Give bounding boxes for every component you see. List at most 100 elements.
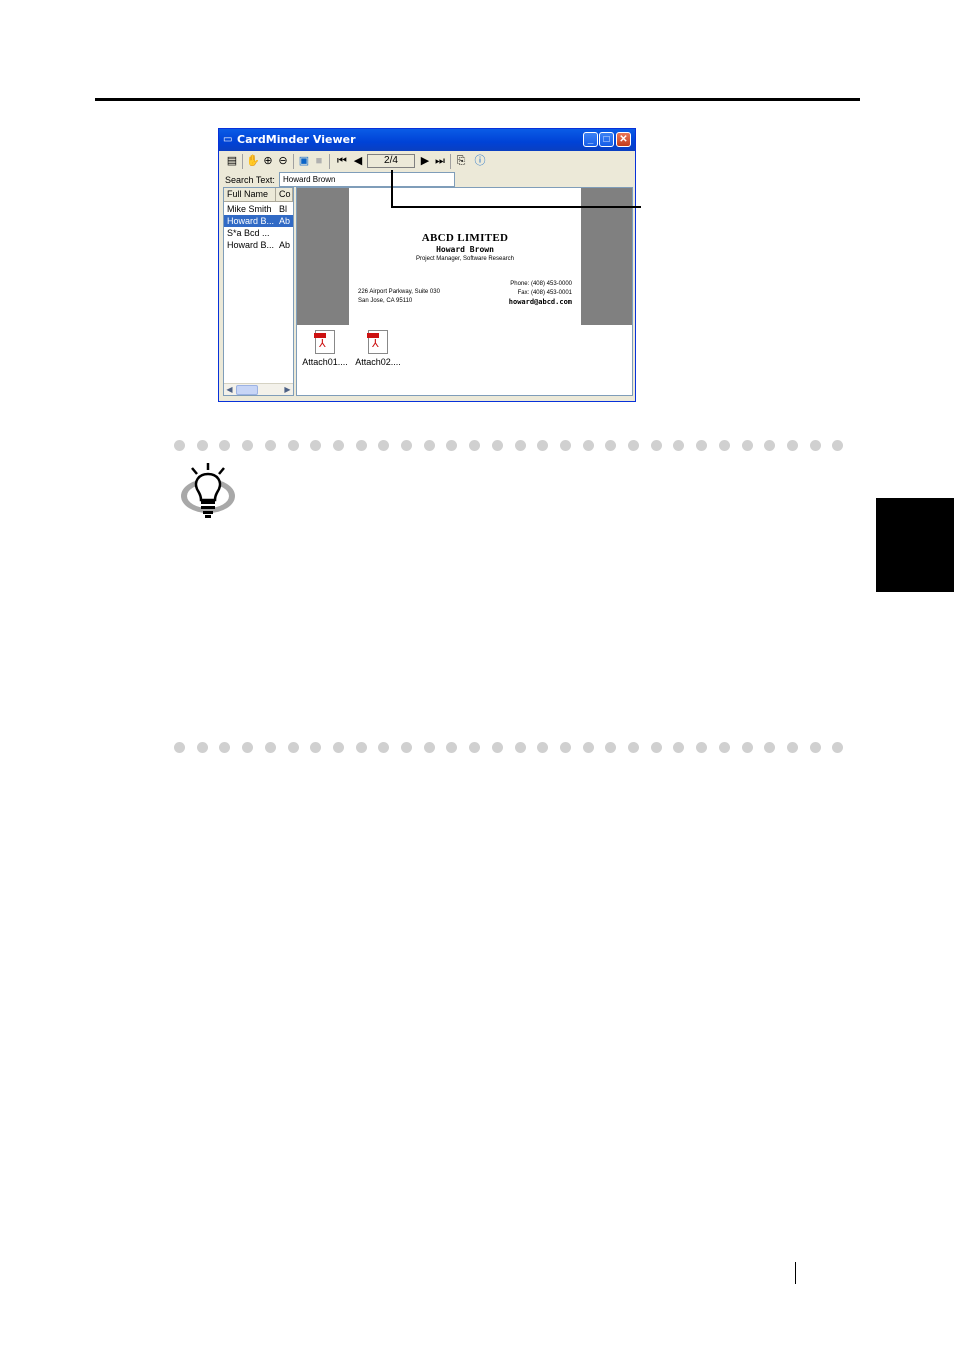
dotted-rule-dot bbox=[469, 440, 481, 451]
card-person-name: Howard Brown bbox=[436, 245, 494, 254]
dotted-rule-dot bbox=[514, 742, 526, 753]
dotted-rule-dot bbox=[264, 440, 276, 451]
dotted-rule-dot bbox=[196, 742, 208, 753]
list-row[interactable]: Howard B... Ab bbox=[224, 239, 293, 251]
view-icon[interactable]: ▤ bbox=[225, 154, 239, 168]
cell-full-name: Howard B... bbox=[227, 240, 275, 250]
dotted-rule-dot bbox=[355, 440, 367, 451]
toolbar: ▤ ✋ ⊕ ⊖ ▣ ■ ⏮ ◀ 2/4 ▶ ⏭ ⎘ ⓘ bbox=[221, 152, 633, 172]
dotted-rule-dot bbox=[491, 742, 503, 753]
close-button[interactable]: ✕ bbox=[616, 132, 631, 147]
card-job-title: Project Manager, Software Research bbox=[415, 256, 515, 262]
dotted-rule-dot bbox=[423, 440, 435, 451]
dotted-rule-dot bbox=[559, 742, 571, 753]
dotted-rule-dot bbox=[764, 440, 776, 451]
last-page-icon[interactable]: ⏭ bbox=[433, 154, 447, 168]
cell-company: Bl bbox=[279, 204, 288, 214]
dotted-rule-dot bbox=[196, 440, 208, 451]
dotted-rule-dot bbox=[469, 742, 481, 753]
page-indicator[interactable]: 2/4 bbox=[367, 154, 415, 168]
toolbar-separator bbox=[293, 154, 294, 169]
dotted-rule-dot bbox=[786, 742, 798, 753]
attachment-item[interactable]: ⅄ Attach02.... bbox=[352, 330, 404, 368]
card-list: Full Name Co Mike Smith Bl Howard B... A… bbox=[223, 187, 294, 396]
back-side-icon[interactable]: ■ bbox=[312, 154, 326, 168]
list-header: Full Name Co bbox=[224, 188, 293, 202]
dotted-rule-dot bbox=[174, 440, 185, 451]
dotted-rule-dot bbox=[537, 742, 549, 753]
dotted-rule-dot bbox=[310, 440, 322, 451]
horizontal-scrollbar[interactable]: ◀ ▶ bbox=[224, 383, 293, 395]
card-address-line1: 226 Airport Parkway, Suite 030 bbox=[358, 289, 440, 295]
dotted-rule-dot bbox=[718, 440, 730, 451]
dotted-rule-dot bbox=[401, 440, 412, 451]
dotted-rule-dot bbox=[401, 742, 412, 753]
card-image-area: ABCD LIMITED Howard Brown Project Manage… bbox=[297, 188, 632, 325]
dotted-rule-dot bbox=[264, 742, 276, 753]
maximize-button[interactable]: □ bbox=[599, 132, 614, 147]
dotted-rule-dot bbox=[446, 742, 458, 753]
dotted-rule-dot bbox=[809, 440, 821, 451]
previous-page-icon[interactable]: ◀ bbox=[351, 154, 365, 168]
cell-full-name: Mike Smith bbox=[227, 204, 272, 214]
list-row[interactable]: Mike Smith Bl bbox=[224, 203, 293, 215]
dotted-rule-dot bbox=[764, 742, 776, 753]
hint-top-dotted-rule bbox=[174, 440, 854, 452]
dotted-rule-dot bbox=[741, 742, 753, 753]
dotted-rule-dot bbox=[174, 742, 185, 753]
dotted-rule-dot bbox=[786, 440, 798, 451]
dotted-rule-dot bbox=[718, 742, 730, 753]
dotted-rule-dot bbox=[514, 440, 526, 451]
column-header-full-name[interactable]: Full Name bbox=[224, 188, 276, 201]
cell-full-name: Howard B... bbox=[227, 216, 275, 226]
minimize-button[interactable]: _ bbox=[583, 132, 598, 147]
window-title: CardMinder Viewer bbox=[237, 133, 356, 146]
dotted-rule-dot bbox=[673, 440, 685, 451]
dotted-rule-dot bbox=[332, 440, 344, 451]
callout-line bbox=[391, 170, 393, 208]
dotted-rule-dot bbox=[242, 440, 254, 451]
dotted-rule-dot bbox=[582, 440, 594, 451]
app-icon: ▭ bbox=[223, 134, 233, 145]
scroll-thumb[interactable] bbox=[236, 385, 258, 395]
dotted-rule-dot bbox=[355, 742, 367, 753]
zoom-in-icon[interactable]: ⊕ bbox=[261, 154, 275, 168]
attachment-label: Attach02.... bbox=[355, 357, 401, 367]
card-fax: Fax: (408) 453-0001 bbox=[517, 290, 572, 296]
dotted-rule-dot bbox=[559, 440, 571, 451]
dotted-rule-dot bbox=[446, 440, 458, 451]
card-company: ABCD LIMITED bbox=[421, 232, 509, 244]
acrobat-symbol: ⅄ bbox=[319, 338, 326, 350]
dotted-rule-dot bbox=[628, 742, 639, 753]
dotted-rule-dot bbox=[491, 440, 503, 451]
front-side-icon[interactable]: ▣ bbox=[297, 154, 311, 168]
attachment-item[interactable]: ⅄ Attach01.... bbox=[299, 330, 351, 368]
info-icon[interactable]: ⓘ bbox=[473, 154, 487, 168]
card-email: howard@abcd.com bbox=[508, 298, 572, 306]
column-header-company[interactable]: Co bbox=[276, 188, 293, 201]
scroll-left-icon[interactable]: ◀ bbox=[225, 384, 234, 395]
dotted-rule-dot bbox=[310, 742, 322, 753]
cell-full-name: S*a Bcd ... bbox=[227, 228, 270, 238]
pdf-file-icon: ⅄ bbox=[367, 330, 388, 354]
lightbulb-hint-icon bbox=[181, 463, 235, 518]
chapter-side-tab bbox=[876, 498, 954, 592]
zoom-out-icon[interactable]: ⊖ bbox=[276, 154, 290, 168]
dotted-rule-dot bbox=[537, 440, 549, 451]
copy-icon[interactable]: ⎘ bbox=[454, 154, 468, 168]
title-bar[interactable]: ▭ CardMinder Viewer _ □ ✕ bbox=[219, 129, 635, 151]
scroll-right-icon[interactable]: ▶ bbox=[283, 384, 292, 395]
cardminder-viewer-window: ▭ CardMinder Viewer _ □ ✕ ▤ ✋ ⊕ ⊖ ▣ ■ ⏮ … bbox=[218, 128, 636, 402]
search-label: Search Text: bbox=[225, 175, 275, 185]
next-page-icon[interactable]: ▶ bbox=[418, 154, 432, 168]
cell-company: Ab bbox=[279, 216, 291, 226]
cell-company: Ab bbox=[279, 240, 291, 250]
card-viewer: ABCD LIMITED Howard Brown Project Manage… bbox=[296, 187, 633, 396]
dotted-rule-dot bbox=[832, 440, 844, 451]
list-row-selected[interactable]: Howard B... Ab bbox=[224, 215, 293, 227]
hand-icon[interactable]: ✋ bbox=[246, 154, 260, 168]
dotted-rule-dot bbox=[219, 742, 231, 753]
search-input[interactable]: Howard Brown bbox=[279, 172, 455, 187]
list-row[interactable]: S*a Bcd ... bbox=[224, 227, 293, 239]
first-page-icon[interactable]: ⏮ bbox=[335, 154, 349, 168]
